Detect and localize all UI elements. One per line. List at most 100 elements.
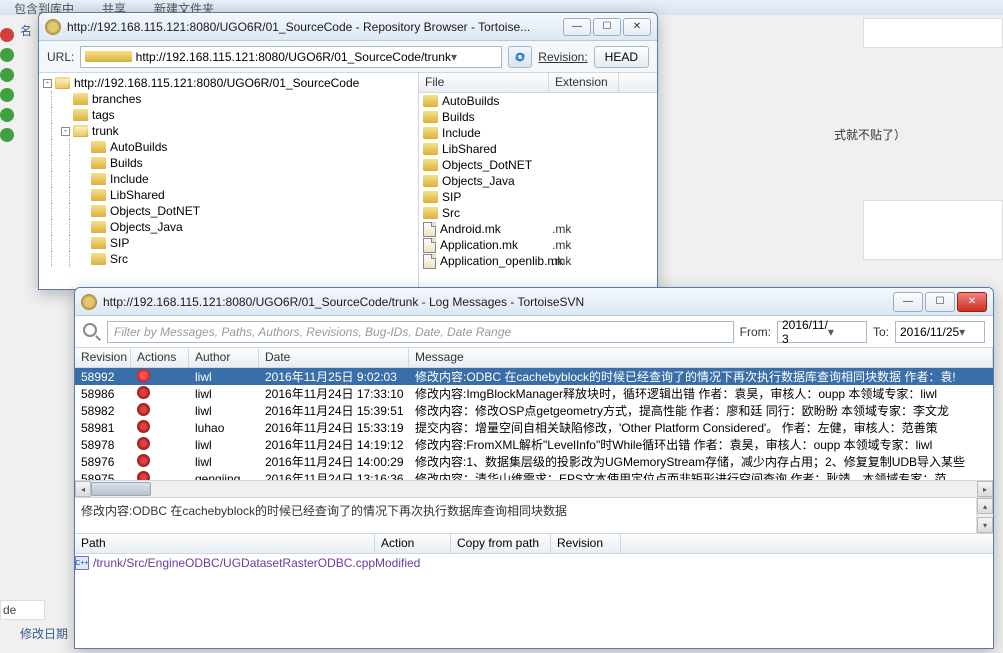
file-name: Include [442,126,554,140]
message-detail-box[interactable]: 修改内容:ODBC 在cachebyblock的时候已经查询了的情况下再次执行数… [75,498,993,534]
scroll-left-icon[interactable]: ◂ [75,481,91,497]
col-revision[interactable]: Revision [551,534,621,553]
url-label: URL: [47,50,74,64]
log-row[interactable]: 58976liwl2016年11月24日 14:00:29修改内容:1、数据集层… [75,453,993,470]
list-item[interactable]: Android.mk.mk [419,221,657,237]
tree-node[interactable]: Objects_DotNET [39,203,418,219]
col-author[interactable]: Author [189,348,259,367]
log-row[interactable]: 58992liwl2016年11月25日 9:02:03修改内容:ODBC 在c… [75,368,993,385]
log-row[interactable]: 58982liwl2016年11月24日 15:39:51修改内容：修改OSP点… [75,402,993,419]
log-rows[interactable]: 58992liwl2016年11月25日 9:02:03修改内容:ODBC 在c… [75,368,993,480]
list-item[interactable]: AutoBuilds [419,93,657,109]
tree-node[interactable]: SIP [39,235,418,251]
tree-node[interactable]: Src [39,251,418,267]
folder-icon [91,189,106,201]
tree-node[interactable]: branches [39,91,418,107]
col-revision[interactable]: Revision [75,348,131,367]
tree-node[interactable]: AutoBuilds [39,139,418,155]
cell-actions [131,403,189,419]
list-item[interactable]: Src [419,205,657,221]
path-table-header[interactable]: Path Action Copy from path Revision [75,534,993,554]
log-row[interactable]: 58975gengjing2016年11月24日 13:16:36修改内容：清华… [75,470,993,480]
modified-icon [137,437,150,450]
filter-input[interactable]: Filter by Messages, Paths, Authors, Revi… [107,321,734,343]
to-date-picker[interactable]: 2016/11/25▾ [895,321,985,343]
tree-label: http://192.168.115.121:8080/UGO6R/01_Sou… [74,76,359,90]
tree-label: branches [92,92,141,106]
list-item[interactable]: SIP [419,189,657,205]
close-button[interactable]: ✕ [957,292,987,312]
file-name: Objects_DotNET [442,158,554,172]
repo-tree[interactable]: - http://192.168.115.121:8080/UGO6R/01_So… [39,73,419,289]
cell-author: liwl [189,455,259,469]
refresh-button[interactable] [508,46,532,68]
cell-actions [131,471,189,481]
repo-titlebar[interactable]: http://192.168.115.121:8080/UGO6R/01_Sou… [39,13,657,41]
list-item[interactable]: Objects_Java [419,173,657,189]
tree-label: Objects_Java [110,220,183,234]
close-button[interactable]: ✕ [623,18,651,36]
col-actions[interactable]: Actions [131,348,189,367]
chevron-down-icon[interactable]: ▾ [959,325,980,339]
log-table-header[interactable]: Revision Actions Author Date Message [75,348,993,368]
scroll-thumb[interactable] [91,482,151,496]
file-name: Application_openlib.mk [440,254,552,268]
col-extension[interactable]: Extension [549,73,619,92]
minimize-button[interactable]: — [893,292,923,312]
path-rows[interactable]: C++/trunk/Src/EngineODBC/UGDatasetRaster… [75,554,993,572]
log-row[interactable]: 58986liwl2016年11月24日 17:33:10修改内容:ImgBlo… [75,385,993,402]
tree-node[interactable]: Builds [39,155,418,171]
vertical-scrollbar[interactable]: ▴ ▾ [976,498,993,533]
tree-node[interactable]: Include [39,171,418,187]
url-dropdown-icon[interactable]: ▾ [451,50,497,64]
bg-panel [863,18,1003,48]
file-list-body[interactable]: AutoBuildsBuildsIncludeLibSharedObjects_… [419,93,657,289]
scroll-right-icon[interactable]: ▸ [977,481,993,497]
repo-window-title: http://192.168.115.121:8080/UGO6R/01_Sou… [67,20,563,34]
expander-icon[interactable]: - [43,79,52,88]
list-item[interactable]: Application.mk.mk [419,237,657,253]
col-path[interactable]: Path [75,534,375,553]
col-file[interactable]: File [419,73,549,92]
list-item[interactable]: Application_openlib.mk.mk [419,253,657,269]
col-date[interactable]: Date [259,348,409,367]
log-titlebar[interactable]: http://192.168.115.121:8080/UGO6R/01_Sou… [75,288,993,316]
file-list-header[interactable]: File Extension [419,73,657,93]
list-item[interactable]: LibShared [419,141,657,157]
col-action[interactable]: Action [375,534,451,553]
folder-icon [91,173,106,185]
chevron-down-icon[interactable]: ▾ [828,325,862,339]
horizontal-scrollbar[interactable]: ◂ ▸ [75,480,993,497]
folder-icon [423,175,438,187]
scroll-up-icon[interactable]: ▴ [977,498,993,514]
col-message[interactable]: Message [409,348,993,367]
folder-icon [73,125,88,137]
tree-node[interactable]: LibShared [39,187,418,203]
scroll-down-icon[interactable]: ▾ [977,517,993,533]
search-icon[interactable] [83,323,101,341]
tree-label: Builds [110,156,143,170]
tree-node[interactable]: - http://192.168.115.121:8080/UGO6R/01_So… [39,75,418,91]
tree-node[interactable]: -trunk [39,123,418,139]
list-item[interactable]: Objects_DotNET [419,157,657,173]
maximize-button[interactable]: ☐ [925,292,955,312]
tree-node[interactable]: Objects_Java [39,219,418,235]
path-row[interactable]: C++/trunk/Src/EngineODBC/UGDatasetRaster… [75,554,993,572]
url-input[interactable]: http://192.168.115.121:8080/UGO6R/01_Sou… [80,46,502,68]
head-button[interactable]: HEAD [594,46,649,68]
minimize-button[interactable]: — [563,18,591,36]
col-copy-from[interactable]: Copy from path [451,534,551,553]
list-item[interactable]: Include [419,125,657,141]
folder-icon [91,253,106,265]
log-row[interactable]: 58978liwl2016年11月24日 14:19:12修改内容:FromXM… [75,436,993,453]
tree-label: Objects_DotNET [110,204,200,218]
maximize-button[interactable]: ☐ [593,18,621,36]
list-item[interactable]: Builds [419,109,657,125]
revision-label[interactable]: Revision: [538,50,587,64]
tree-node[interactable]: tags [39,107,418,123]
from-date-picker[interactable]: 2016/11/ 3▾ [777,321,867,343]
folder-icon [85,51,131,62]
cell-date: 2016年11月24日 14:00:29 [259,453,409,470]
log-row[interactable]: 58981luhao2016年11月24日 15:33:19提交内容：增量空间自… [75,419,993,436]
expander-icon[interactable]: - [61,127,70,136]
